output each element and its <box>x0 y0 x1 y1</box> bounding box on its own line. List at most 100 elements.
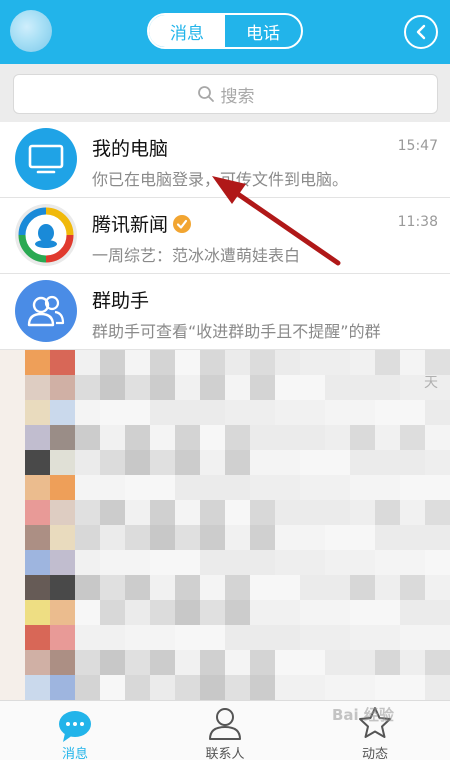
blurred-pixel <box>250 600 275 625</box>
blurred-pixel <box>300 425 325 450</box>
blurred-pixel <box>100 475 125 500</box>
blurred-pixel <box>50 350 75 375</box>
blurred-pixel <box>425 625 450 650</box>
blurred-pixel <box>0 625 25 650</box>
blurred-pixel <box>350 600 375 625</box>
conversation-my-computer[interactable]: 我的电脑 你已在电脑登录，可传文件到电脑。 15:47 <box>0 122 450 198</box>
blurred-pixel <box>125 650 150 675</box>
tab-messages[interactable]: 消息 <box>149 15 225 47</box>
tab-calls[interactable]: 电话 <box>225 15 301 47</box>
blurred-pixel <box>150 675 175 700</box>
blurred-pixel <box>25 450 50 475</box>
blurred-pixel <box>400 500 425 525</box>
blurred-pixel <box>175 400 200 425</box>
blurred-pixel <box>400 350 425 375</box>
blurred-pixel <box>200 625 225 650</box>
conversation-title: 腾讯新闻 <box>92 210 192 237</box>
blurred-pixel <box>50 550 75 575</box>
blurred-pixel <box>400 425 425 450</box>
blurred-pixel <box>50 425 75 450</box>
blurred-pixel <box>75 650 100 675</box>
blurred-pixel <box>400 475 425 500</box>
blurred-pixel <box>125 450 150 475</box>
blurred-pixel <box>75 475 100 500</box>
blurred-pixel <box>100 650 125 675</box>
chevron-left-icon <box>416 24 426 40</box>
blurred-pixel <box>275 600 300 625</box>
blurred-pixel <box>150 475 175 500</box>
blurred-pixel <box>125 375 150 400</box>
monitor-icon <box>15 128 77 190</box>
blurred-pixel <box>150 450 175 475</box>
blurred-pixel <box>225 650 250 675</box>
blurred-pixel <box>350 500 375 525</box>
blurred-pixel <box>325 350 350 375</box>
blurred-pixel <box>275 450 300 475</box>
search-input[interactable]: 搜索 <box>13 74 438 114</box>
blurred-pixel <box>125 550 150 575</box>
blurred-pixel <box>175 650 200 675</box>
avatar[interactable] <box>10 10 52 52</box>
blurred-pixel <box>325 450 350 475</box>
blurred-pixel <box>250 450 275 475</box>
conversation-group-assistant[interactable]: 群助手 群助手可查看“收进群助手且不提醒”的群 <box>0 274 450 350</box>
blurred-pixel <box>225 450 250 475</box>
blurred-pixel <box>375 550 400 575</box>
blurred-pixel <box>50 575 75 600</box>
conversation-title-text: 腾讯新闻 <box>92 214 169 236</box>
blurred-pixel <box>150 400 175 425</box>
blurred-pixel <box>0 650 25 675</box>
blurred-pixel <box>175 600 200 625</box>
contact-person-icon <box>209 708 241 740</box>
blurred-pixel <box>350 575 375 600</box>
blurred-pixel <box>225 575 250 600</box>
blurred-pixel <box>0 375 25 400</box>
tab-messages-bottom[interactable]: 消息 <box>0 701 150 760</box>
back-button[interactable] <box>404 15 438 49</box>
tab-contacts-bottom[interactable]: 联系人 <box>150 701 300 760</box>
blurred-pixel <box>425 450 450 475</box>
blurred-pixel <box>75 625 100 650</box>
blurred-pixel <box>225 675 250 700</box>
blurred-pixel <box>275 350 300 375</box>
blurred-pixel <box>275 575 300 600</box>
blurred-pixel <box>425 675 450 700</box>
blurred-pixel <box>375 425 400 450</box>
blurred-pixel <box>175 425 200 450</box>
conversation-preview: 一周综艺：范冰冰遭萌娃表白 <box>92 246 301 265</box>
conversation-tencent-news[interactable]: 腾讯新闻 一周综艺：范冰冰遭萌娃表白 11:38 <box>0 198 450 274</box>
blurred-pixel <box>425 500 450 525</box>
blurred-pixel <box>250 650 275 675</box>
blurred-pixel <box>50 650 75 675</box>
blurred-pixel <box>425 650 450 675</box>
blurred-pixel <box>250 675 275 700</box>
blurred-time-label: 天 <box>424 375 438 391</box>
blurred-pixel <box>325 375 350 400</box>
blurred-pixel <box>25 525 50 550</box>
conversation-title: 群助手 <box>92 290 150 312</box>
blurred-pixel <box>200 675 225 700</box>
blurred-pixel <box>25 425 50 450</box>
blurred-pixel <box>50 600 75 625</box>
blurred-pixel <box>375 350 400 375</box>
blurred-pixel <box>200 575 225 600</box>
blurred-pixel <box>75 575 100 600</box>
tab-label: 联系人 <box>205 747 245 760</box>
blurred-pixel <box>425 400 450 425</box>
blurred-pixel <box>325 575 350 600</box>
blurred-pixel <box>350 350 375 375</box>
blurred-pixel <box>150 525 175 550</box>
conversation-preview: 你已在电脑登录，可传文件到电脑。 <box>92 170 349 189</box>
blurred-pixel <box>75 500 100 525</box>
blurred-pixel <box>25 475 50 500</box>
blurred-pixel <box>75 425 100 450</box>
blurred-pixel <box>325 550 350 575</box>
message-call-switch: 消息 电话 <box>147 13 303 49</box>
blurred-pixel <box>0 450 25 475</box>
blurred-pixel <box>75 375 100 400</box>
blurred-pixel <box>375 575 400 600</box>
blurred-pixel <box>50 500 75 525</box>
blurred-pixel <box>175 350 200 375</box>
blurred-pixel <box>350 650 375 675</box>
tab-label: 动态 <box>361 747 388 760</box>
